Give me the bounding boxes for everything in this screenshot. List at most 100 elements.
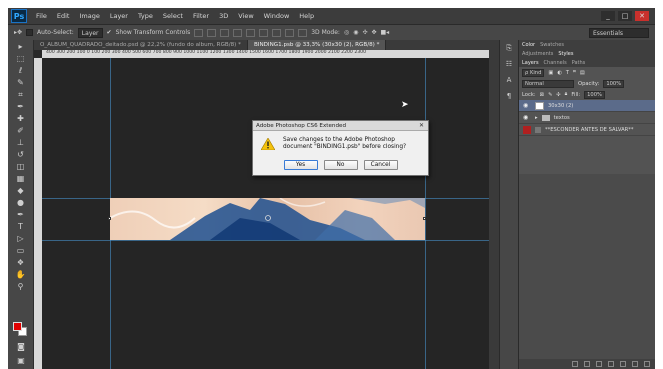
new-group-icon[interactable] [620,361,626,367]
align-bottom-icon[interactable] [220,28,230,37]
menu-edit[interactable]: Edit [52,12,75,20]
layer-row[interactable]: ◉ 30x30 (2) [519,100,655,112]
3d-scale-icon[interactable]: ■◂ [381,29,390,36]
smart-filter-icon[interactable]: ▤ [580,70,585,76]
dodge-tool-icon[interactable]: ● [14,197,28,208]
menu-view[interactable]: View [233,12,258,20]
path-select-tool-icon[interactable]: ▷ [14,233,28,244]
move-tool-icon[interactable]: ▸ [14,41,28,52]
align-top-icon[interactable] [194,28,204,37]
hidden-visibility-icon[interactable] [523,125,531,134]
layer-row[interactable]: ◉ ▸ textos [519,112,655,124]
marquee-tool-icon[interactable]: ⬚ [14,53,28,64]
quick-mask-icon[interactable]: ◙ [14,341,28,352]
align-left-icon[interactable] [233,28,243,37]
lock-all-icon[interactable]: 🔒︎ [565,91,568,98]
panel-collapse-strip[interactable] [489,40,499,369]
trash-icon[interactable] [644,361,650,367]
transform-handle[interactable] [423,217,426,220]
3d-roll-icon[interactable]: ◉ [353,29,358,36]
tab-channels[interactable]: Channels [544,60,567,66]
opacity-input[interactable]: 100% [603,79,625,88]
link-layers-icon[interactable] [572,361,578,367]
shape-filter-icon[interactable]: ⌗ [573,69,576,76]
check-icon[interactable]: ✔ [107,29,112,36]
menu-file[interactable]: File [31,12,52,20]
close-button[interactable]: ✕ [635,11,649,21]
tab-album-document[interactable]: O_ALBUM_QUADRADO_deitado.psd @ 22,2% (fu… [34,40,248,50]
hand-tool-icon[interactable]: ✋ [14,269,28,280]
eraser-tool-icon[interactable]: ◫ [14,161,28,172]
properties-panel-icon[interactable]: ☷ [503,60,515,70]
stamp-tool-icon[interactable]: ⊥ [14,137,28,148]
menu-help[interactable]: Help [294,12,319,20]
menu-layer[interactable]: Layer [105,12,133,20]
align-right-icon[interactable] [259,28,269,37]
paragraph-panel-icon[interactable]: ¶ [503,92,515,102]
screen-mode-icon[interactable]: ▣ [14,355,28,366]
tab-styles[interactable]: Styles [558,51,573,57]
layer-style-icon[interactable] [584,361,590,367]
character-panel-icon[interactable]: A [503,76,515,86]
adjustment-filter-icon[interactable]: ◐ [557,70,562,76]
history-brush-tool-icon[interactable]: ↺ [14,149,28,160]
lock-paint-icon[interactable]: ✎ [548,92,552,98]
tab-swatches[interactable]: Swatches [540,42,564,48]
tab-color[interactable]: Color [522,42,535,48]
new-layer-icon[interactable] [632,361,638,367]
workspace-select[interactable]: Essentials [589,28,649,38]
pen-tool-icon[interactable]: ✒ [14,209,28,220]
quick-select-tool-icon[interactable]: ✎ [14,77,28,88]
align-middle-icon[interactable] [207,28,217,37]
zoom-tool-icon[interactable]: ⚲ [14,281,28,292]
lock-pixels-icon[interactable]: ⊠ [540,92,544,98]
auto-select-dropdown[interactable]: Layer [77,27,103,38]
3d-slide-icon[interactable]: ✥ [371,29,376,36]
auto-select-checkbox[interactable] [26,29,34,36]
menu-select[interactable]: Select [158,12,188,20]
3d-rotate-icon[interactable]: ◎ [344,29,349,36]
distribute-icon[interactable] [272,28,282,37]
lock-move-icon[interactable]: ✣ [556,92,560,98]
kind-filter-select[interactable]: ρ Kind [522,68,545,77]
tab-layers[interactable]: Layers [522,60,539,66]
menu-image[interactable]: Image [74,12,104,20]
image-layer-preview[interactable] [110,198,425,240]
eye-icon[interactable]: ◉ [523,114,531,121]
healing-tool-icon[interactable]: ✚ [14,113,28,124]
restore-button[interactable]: □ [618,11,632,21]
expand-arrow-icon[interactable]: ▸ [535,115,538,121]
menu-window[interactable]: Window [259,12,295,20]
crop-tool-icon[interactable]: ⌗ [14,89,28,100]
distribute-h-icon[interactable] [285,28,295,37]
move-tool-icon[interactable]: ▸✥ [14,29,22,36]
type-filter-icon[interactable]: T [566,70,569,76]
tab-binding-document[interactable]: BINDING1.psb @ 33,3% (30x30 (2), RGB/8) … [247,40,387,50]
blend-mode-select[interactable]: Normal [522,79,574,88]
pixel-filter-icon[interactable]: ▣ [548,70,553,76]
tab-paths[interactable]: Paths [572,60,586,66]
foreground-color-swatch[interactable] [13,322,22,331]
type-tool-icon[interactable]: T [14,221,28,232]
new-adjustment-icon[interactable] [608,361,614,367]
3d-pan-icon[interactable]: ✣ [362,29,367,36]
auto-align-icon[interactable] [298,28,308,37]
menu-filter[interactable]: Filter [188,12,214,20]
fill-input[interactable]: 100% [584,90,605,99]
tab-adjustments[interactable]: Adjustments [522,51,553,57]
yes-button[interactable]: Yes [283,160,318,170]
cancel-button[interactable]: Cancel [363,160,398,170]
menu-type[interactable]: Type [133,12,158,20]
transform-handle[interactable] [108,217,111,220]
blur-tool-icon[interactable]: ◆ [14,185,28,196]
no-button[interactable]: No [323,160,358,170]
dialog-close-icon[interactable]: ✕ [417,122,426,130]
gradient-tool-icon[interactable]: ▦ [14,173,28,184]
shape-tool-icon[interactable]: ▭ [14,245,28,256]
layer-row[interactable]: **ESCONDER ANTES DE SALVAR** [519,124,655,136]
minimize-button[interactable]: _ [601,11,615,21]
lasso-tool-icon[interactable]: ℓ [14,65,28,76]
brush-tool-icon[interactable]: ✐ [14,125,28,136]
align-center-icon[interactable] [246,28,256,37]
eye-icon[interactable]: ◉ [523,102,531,109]
